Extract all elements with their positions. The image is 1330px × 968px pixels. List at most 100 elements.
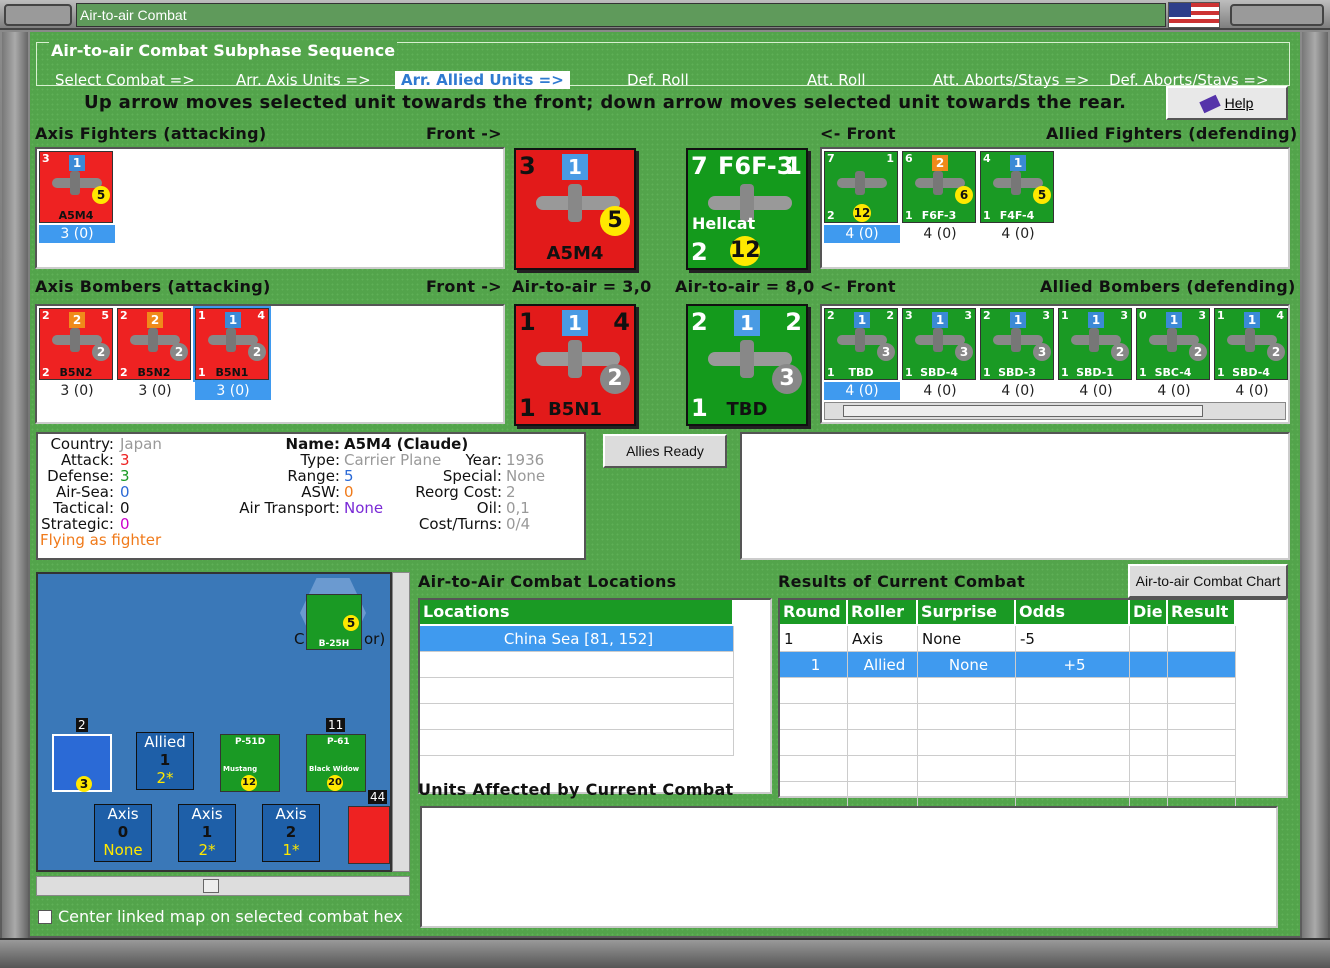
unit-sub-a5m4[interactable]: 3 (0) [39, 225, 115, 243]
unit-sub[interactable]: 3 (0) [39, 382, 115, 400]
scroll-thumb[interactable] [203, 879, 219, 893]
allied-bombers-panel[interactable]: 2 2 1 1 3 TBD 4 (0) 3 3 1 1 3 SBD-4 4 (0) 2 3 1 1 3 SBD-3 4 … [820, 304, 1290, 424]
results-cell[interactable] [918, 678, 1016, 704]
results-cell[interactable] [780, 782, 848, 808]
unit-counter-f6f3[interactable]: 6 2 6 1 F6F-3 [902, 151, 976, 223]
results-cell[interactable]: +5 [1016, 652, 1130, 678]
results-cell[interactable]: None [918, 626, 1016, 652]
results-column-header[interactable]: Surprise [918, 600, 1016, 624]
results-cell[interactable] [1168, 782, 1236, 808]
unit-counter-allied-bomber[interactable]: 2 2 1 1 3 TBD [824, 308, 898, 380]
results-cell[interactable] [1130, 678, 1168, 704]
results-cell[interactable] [1168, 652, 1236, 678]
unit-sub[interactable]: 4 (0) [902, 382, 978, 400]
allies-ready-button[interactable]: Allies Ready [603, 434, 727, 468]
unit-sub[interactable]: 4 (0) [980, 382, 1056, 400]
unit-counter-allied-bomber[interactable]: 3 3 1 1 3 SBD-4 [902, 308, 976, 380]
results-cell[interactable] [1130, 652, 1168, 678]
results-cell[interactable] [918, 782, 1016, 808]
results-column-header[interactable]: Result [1168, 600, 1236, 624]
p51d-counter[interactable]: P-51D Mustang 12 [220, 734, 280, 792]
unit-counter-b5n2[interactable]: 2 2 2 2 B5N2 [117, 308, 191, 380]
results-cell[interactable] [1168, 626, 1236, 652]
unit-counter-allied-bomber[interactable]: 1 3 1 1 2 SBD-1 [1058, 308, 1132, 380]
unit-sub[interactable]: 4 (0) [824, 382, 900, 400]
results-column-header[interactable]: Odds [1016, 600, 1130, 624]
combat-chart-button[interactable]: Air-to-air Combat Chart [1128, 564, 1288, 598]
results-cell[interactable] [1168, 704, 1236, 730]
selected-axis-fighter[interactable]: 3 1 5 A5M4 [514, 148, 636, 270]
unit-counter-a5m4[interactable]: 3 1 5 A5M4 [39, 151, 113, 223]
unit-counter-f6f3[interactable]: 7 1 2 12 [824, 151, 898, 223]
selected-allied-fighter[interactable]: 7 F6F-3 1 Hellcat 2 12 [686, 148, 808, 270]
location-row[interactable]: China Sea [81, 152] [420, 626, 734, 652]
results-cell[interactable] [848, 756, 918, 782]
axis-bombers-panel[interactable]: 2 2 5 2 2 B5N2 3 (0) 2 2 2 2 B5N2 3 (0) … [35, 304, 505, 424]
scroll-thumb[interactable] [843, 405, 1203, 417]
p61-counter[interactable]: P-61 Black Widow 20 [306, 734, 366, 792]
results-cell[interactable]: Allied [848, 652, 918, 678]
results-cell[interactable]: 1 [780, 652, 848, 678]
linked-map[interactable]: 5 B-25H C or) 3 2 Allied 1 2* P-51D Must… [36, 572, 392, 872]
results-cell[interactable] [918, 756, 1016, 782]
results-cell[interactable] [1130, 626, 1168, 652]
axis-tile-1[interactable]: Axis 1 2* [178, 804, 236, 862]
allied-bombers-scrollbar[interactable] [824, 402, 1286, 420]
results-cell[interactable]: Axis [848, 626, 918, 652]
results-cell[interactable]: -5 [1016, 626, 1130, 652]
results-cell[interactable] [780, 756, 848, 782]
results-cell[interactable] [1130, 756, 1168, 782]
unit-sub[interactable]: 4 (0) [824, 225, 900, 243]
help-button[interactable]: Help [1166, 86, 1288, 120]
selected-axis-bomber[interactable]: 1 1 4 2 1 B5N1 [514, 304, 636, 426]
results-cell[interactable] [1016, 756, 1130, 782]
center-map-label[interactable]: Center linked map on selected combat hex [58, 907, 403, 926]
results-cell[interactable] [1168, 756, 1236, 782]
unit-sub[interactable]: 3 (0) [195, 382, 271, 400]
unit-counter-f4f4[interactable]: 4 1 5 1 F4F-4 [980, 151, 1054, 223]
results-cell[interactable] [780, 730, 848, 756]
results-cell[interactable] [780, 704, 848, 730]
axis-tile-2[interactable]: Axis 2 1* [262, 804, 320, 862]
location-row[interactable] [420, 704, 734, 730]
results-cell[interactable] [848, 730, 918, 756]
results-cell[interactable] [1016, 782, 1130, 808]
unit-counter-allied-bomber[interactable]: 2 3 1 1 3 SBD-3 [980, 308, 1054, 380]
unit-counter-b5n2[interactable]: 2 2 5 2 2 B5N2 [39, 308, 113, 380]
results-cell[interactable] [1168, 730, 1236, 756]
unit-sub[interactable]: 4 (0) [1058, 382, 1134, 400]
results-cell[interactable] [780, 678, 848, 704]
selected-allied-bomber[interactable]: 2 1 2 3 1 TBD [686, 304, 808, 426]
window-menu-button[interactable] [4, 4, 72, 26]
axis-map-counter[interactable] [348, 806, 390, 864]
results-cell[interactable] [1130, 782, 1168, 808]
map-hscroll[interactable] [36, 876, 410, 896]
locations-table[interactable]: Locations China Sea [81, 152] [418, 598, 772, 794]
unit-sub[interactable]: 3 (0) [117, 382, 193, 400]
allied-tile[interactable]: Allied 1 2* [136, 732, 194, 790]
results-column-header[interactable]: Die [1130, 600, 1168, 624]
unit-sub[interactable]: 4 (0) [1136, 382, 1212, 400]
results-cell[interactable] [1168, 678, 1236, 704]
axis-fighters-panel[interactable]: 3 1 5 A5M4 3 (0) [35, 147, 505, 269]
navy-counter[interactable]: 3 [52, 734, 112, 792]
center-map-checkbox[interactable] [38, 910, 52, 924]
results-cell[interactable] [1130, 730, 1168, 756]
results-cell[interactable] [848, 782, 918, 808]
location-row[interactable] [420, 678, 734, 704]
unit-sub[interactable]: 4 (0) [980, 225, 1056, 243]
unit-sub[interactable]: 4 (0) [1214, 382, 1288, 400]
location-row[interactable] [420, 730, 734, 756]
unit-sub[interactable]: 4 (0) [902, 225, 978, 243]
location-row[interactable] [420, 652, 734, 678]
hex-unit-counter[interactable]: 5 B-25H [306, 594, 362, 650]
unit-counter-b5n1[interactable]: 1 1 4 2 1 B5N1 [193, 306, 271, 382]
results-cell[interactable]: None [918, 652, 1016, 678]
axis-tile-0[interactable]: Axis 0 None [94, 804, 152, 862]
results-cell[interactable] [918, 730, 1016, 756]
results-cell[interactable] [918, 704, 1016, 730]
results-cell[interactable] [1016, 704, 1130, 730]
results-table[interactable]: Round Roller Surprise Odds Die Result 1 Axis No… [778, 598, 1288, 808]
map-vscroll[interactable] [392, 572, 410, 872]
results-cell[interactable] [848, 678, 918, 704]
